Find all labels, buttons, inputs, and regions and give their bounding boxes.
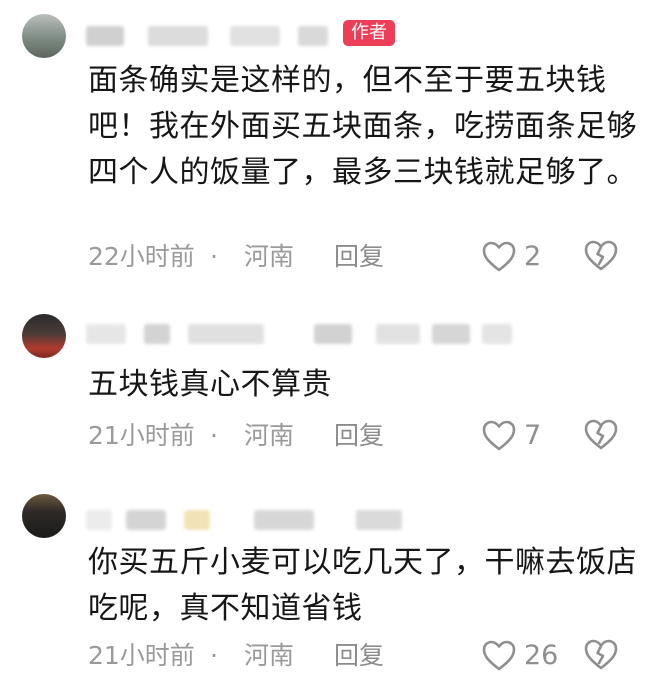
like-button[interactable]: 7 <box>482 419 541 453</box>
heart-outline-icon <box>482 420 516 452</box>
comment-item: 你买五斤小麦可以吃几天了，干嘛去饭店吃呢，真不知道省钱 21小时前 · 河南 回… <box>0 482 660 696</box>
avatar[interactable] <box>22 494 66 538</box>
comment-location: 河南 <box>244 641 295 670</box>
like-count: 7 <box>524 420 542 451</box>
author-name-redacted[interactable] <box>86 504 416 534</box>
dislike-button[interactable] <box>584 240 618 281</box>
broken-heart-icon <box>584 419 618 457</box>
like-count: 2 <box>524 241 542 272</box>
comment-location: 河南 <box>244 242 295 271</box>
comment-location: 河南 <box>244 421 295 450</box>
avatar[interactable] <box>22 14 66 58</box>
dislike-button[interactable] <box>584 639 618 680</box>
like-button[interactable]: 2 <box>482 240 541 274</box>
meta-separator: · <box>210 242 218 271</box>
broken-heart-icon <box>584 240 618 278</box>
author-badge: 作者 <box>343 20 395 46</box>
comment-item: 作者 面条确实是这样的，但不至于要五块钱吧！我在外面买五块面条，吃捞面条足够四个… <box>0 0 660 290</box>
comment-meta: 22小时前 · 河南 回复 2 <box>88 240 648 274</box>
comment-meta: 21小时前 · 河南 回复 26 <box>88 639 648 673</box>
author-name-redacted[interactable] <box>86 318 526 348</box>
author-name-redacted[interactable]: 作者 <box>86 20 516 50</box>
comment-text: 五块钱真心不算贵 <box>88 367 332 402</box>
broken-heart-icon <box>584 639 618 677</box>
comment-text: 面条确实是这样的，但不至于要五块钱吧！我在外面买五块面条，吃捞面条足够四个人的饭… <box>88 63 637 190</box>
heart-outline-icon <box>482 241 516 273</box>
meta-separator: · <box>210 641 218 670</box>
comment-item: 五块钱真心不算贵 21小时前 · 河南 回复 7 <box>0 300 660 470</box>
reply-button[interactable]: 回复 <box>334 639 384 673</box>
reply-button[interactable]: 回复 <box>334 240 384 274</box>
like-count: 26 <box>524 640 559 671</box>
like-button[interactable]: 26 <box>482 639 558 673</box>
comment-time: 22小时前 <box>88 242 195 271</box>
meta-separator: · <box>210 421 218 450</box>
avatar[interactable] <box>22 314 66 358</box>
comment-time: 21小时前 <box>88 641 195 670</box>
heart-outline-icon <box>482 640 516 672</box>
comment-meta: 21小时前 · 河南 回复 7 <box>88 419 648 453</box>
dislike-button[interactable] <box>584 419 618 460</box>
comment-time: 21小时前 <box>88 421 195 450</box>
comment-text: 你买五斤小麦可以吃几天了，干嘛去饭店吃呢，真不知道省钱 <box>88 545 637 626</box>
reply-button[interactable]: 回复 <box>334 419 384 453</box>
